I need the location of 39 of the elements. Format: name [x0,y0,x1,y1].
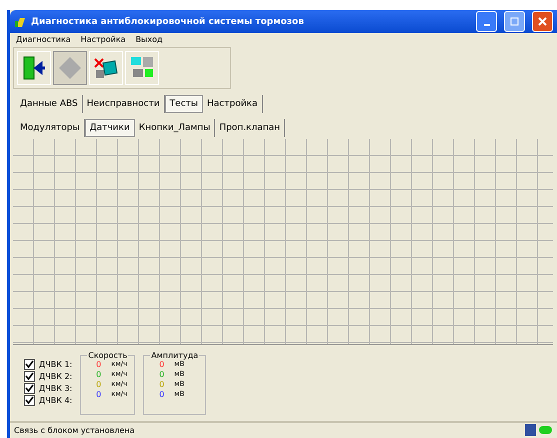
amplitude-value: 0 [158,380,164,389]
exit-door-icon [21,55,47,82]
close-icon [538,17,547,26]
tab[interactable]: Кнопки_Лампы [134,119,216,138]
app-icon [14,16,26,28]
close-button[interactable] [532,11,553,32]
connection-status-icon [525,424,553,436]
tab[interactable]: Тесты [164,95,204,114]
minimize-button[interactable] [476,11,497,32]
group-title: Скорость [87,350,128,360]
tab[interactable]: Проп.клапан [215,119,286,138]
checkbox[interactable] [24,394,35,406]
speed-value: 0 [95,380,102,389]
tab[interactable]: Датчики [84,119,135,138]
maximize-button[interactable] [504,11,525,32]
speed-value: 0 [95,370,102,379]
amplitude-value: 0 [158,370,164,379]
tab[interactable]: Настройка [203,95,263,114]
checkbox[interactable] [24,358,35,370]
tab[interactable]: Данные ABS [16,95,83,114]
menu-item[interactable]: Выход [136,35,163,44]
window-title: Диагностика антиблокировочной системы тормозов [31,16,305,27]
menu-item[interactable]: Настройка [80,35,126,44]
menu-item[interactable]: Диагностика [16,35,71,44]
checkbox[interactable] [24,382,35,394]
maximize-icon [510,17,519,26]
amplitude-value: 0 [158,390,164,399]
group-title: Амплитуда [150,350,200,360]
amplitude-value: 0 [159,360,164,369]
sensor-label: ДЧВК 1: [39,360,72,369]
speed-value: 0 [95,390,102,399]
sensor-label: ДЧВК 4: [39,396,72,405]
diamond-icon [57,55,83,82]
speed-value: 0 [96,360,102,369]
status-text: Связь с блоком установлена [14,426,135,435]
checkbox[interactable] [24,370,35,382]
sensor-label: ДЧВК 2: [39,372,72,381]
sensor-label: ДЧВК 3: [39,384,72,393]
minimize-icon [484,24,490,26]
